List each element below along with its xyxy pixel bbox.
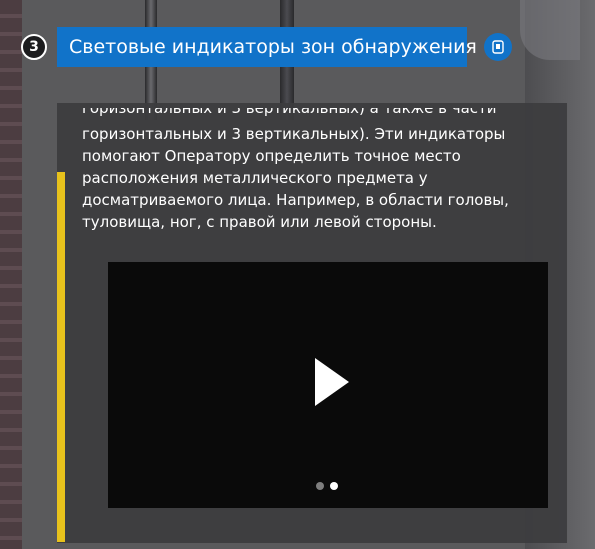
accent-bar <box>57 172 65 542</box>
background-shape <box>520 0 580 60</box>
play-icon[interactable] <box>315 358 349 406</box>
slide-indicator <box>316 482 338 490</box>
clipped-text-line: горизонтальных и 3 вертикальных) а также… <box>82 108 497 117</box>
section-title: Световые индикаторы зон обнаружения <box>57 27 477 67</box>
audio-narration-icon <box>492 40 504 54</box>
description-text: горизонтальных и 3 вертикальных) а также… <box>82 108 552 233</box>
video-player[interactable] <box>108 262 548 508</box>
slide-dot-2[interactable] <box>330 482 338 490</box>
step-number-badge: 3 <box>21 34 47 60</box>
background-stripe <box>0 0 22 549</box>
audio-button[interactable] <box>484 33 512 61</box>
slide-dot-1[interactable] <box>316 482 324 490</box>
description-paragraph: горизонтальных и 3 вертикальных). Эти ин… <box>82 125 509 231</box>
